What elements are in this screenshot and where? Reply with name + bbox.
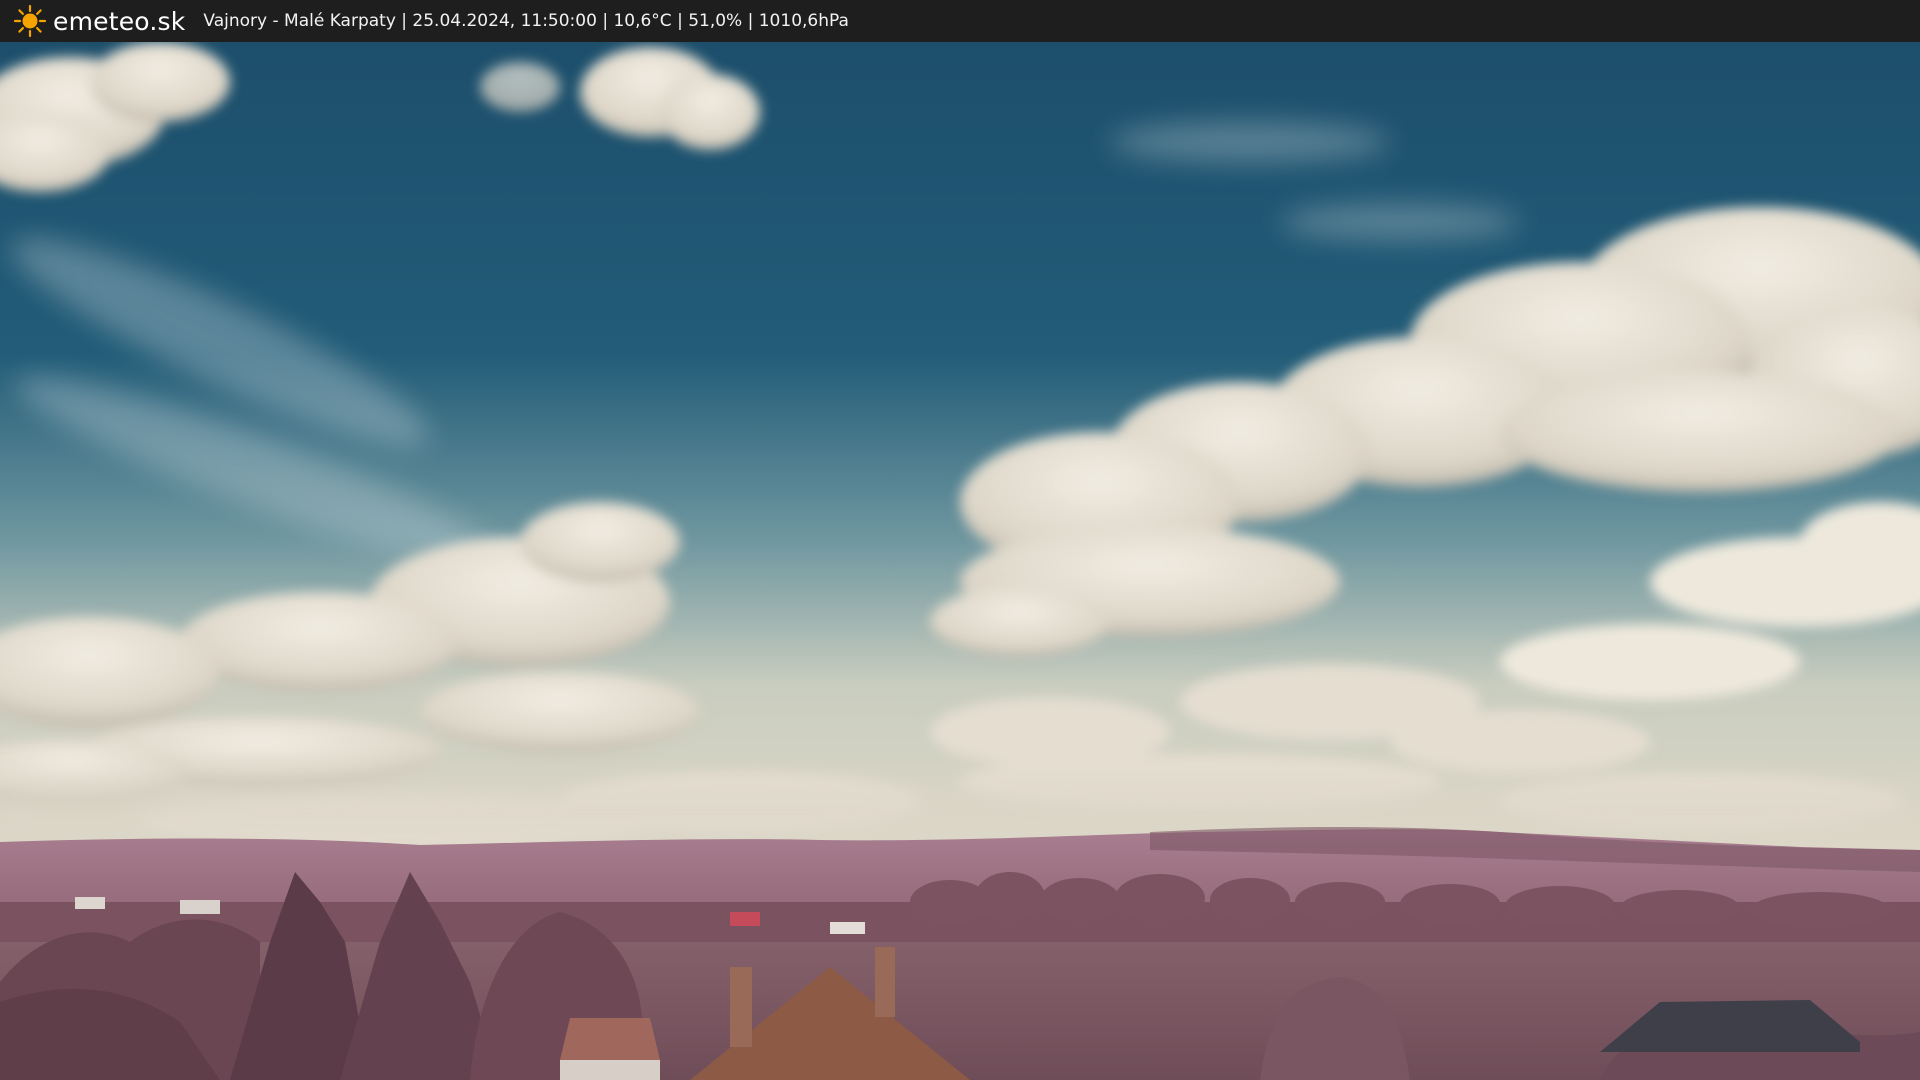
webcam-image [0,42,1920,1080]
landscape-scene [0,42,1920,1080]
webcam-caption-bar: emeteo.sk Vajnory - Malé Karpaty | 25.04… [0,0,1920,42]
sun-icon [13,4,47,38]
brand-name: emeteo.sk [53,6,186,36]
station-info-caption: Vajnory - Malé Karpaty | 25.04.2024, 11:… [203,11,849,31]
brand-logo[interactable]: emeteo.sk [13,0,185,42]
